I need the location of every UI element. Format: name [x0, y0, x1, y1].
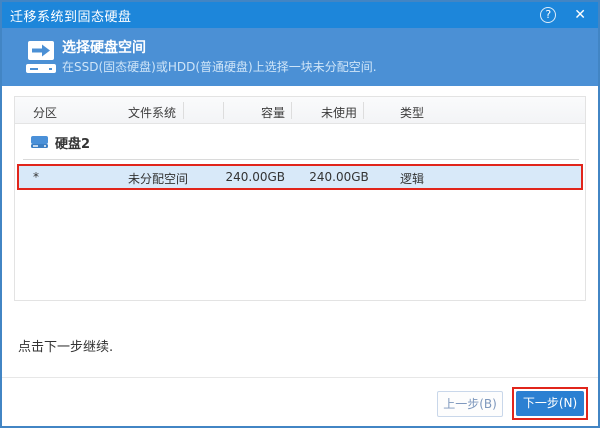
column-divider	[223, 102, 224, 119]
row-cell-type: 逻辑	[387, 170, 437, 187]
column-divider	[363, 102, 364, 119]
hint-text: 点击下一步继续.	[18, 336, 113, 355]
back-button[interactable]: 上一步(B)	[437, 391, 503, 417]
disk-group-row[interactable]: 硬盘2	[31, 133, 90, 152]
disk-group-label: 硬盘2	[55, 133, 90, 152]
column-header-partition: 分区	[33, 104, 57, 121]
dialog-window: 迁移系统到固态硬盘 ? ✕ 选择硬盘空间 在SSD(固态硬盘)或HDD(普通硬盘…	[0, 0, 600, 428]
table-header: 分区 文件系统 容量 未使用 类型	[15, 97, 585, 124]
titlebar-controls: ? ✕	[540, 7, 586, 23]
group-divider	[23, 159, 579, 160]
disk-migrate-icon	[25, 41, 57, 78]
step-title: 选择硬盘空间	[62, 37, 146, 57]
footer-divider	[2, 377, 598, 378]
close-icon[interactable]: ✕	[574, 7, 586, 23]
row-cell-unused: 240.00GB	[308, 170, 370, 184]
column-header-filesystem: 文件系统	[128, 104, 176, 121]
column-header-type: 类型	[387, 104, 437, 121]
column-divider	[183, 102, 184, 119]
help-icon[interactable]: ?	[540, 7, 556, 23]
column-divider	[291, 102, 292, 119]
column-header-unused: 未使用	[308, 104, 370, 121]
partition-table: 分区 文件系统 容量 未使用 类型 硬盘2 * 未分配	[14, 96, 586, 301]
title-bar: 迁移系统到固态硬盘 ? ✕	[2, 2, 598, 28]
next-button[interactable]: 下一步(N)	[516, 391, 584, 416]
step-subtitle: 在SSD(固态硬盘)或HDD(普通硬盘)上选择一块未分配空间.	[62, 58, 377, 75]
column-header-capacity: 容量	[215, 104, 285, 121]
disk-icon	[31, 133, 48, 152]
row-cell-capacity: 240.00GB	[215, 170, 285, 184]
step-banner: 选择硬盘空间 在SSD(固态硬盘)或HDD(普通硬盘)上选择一块未分配空间.	[2, 28, 598, 86]
window-title: 迁移系统到固态硬盘	[10, 6, 132, 25]
unallocated-space-row[interactable]: * 未分配空间 240.00GB 240.00GB 逻辑	[17, 164, 583, 190]
row-cell-filesystem: 未分配空间	[128, 170, 188, 187]
row-cell-partition: *	[33, 170, 39, 184]
